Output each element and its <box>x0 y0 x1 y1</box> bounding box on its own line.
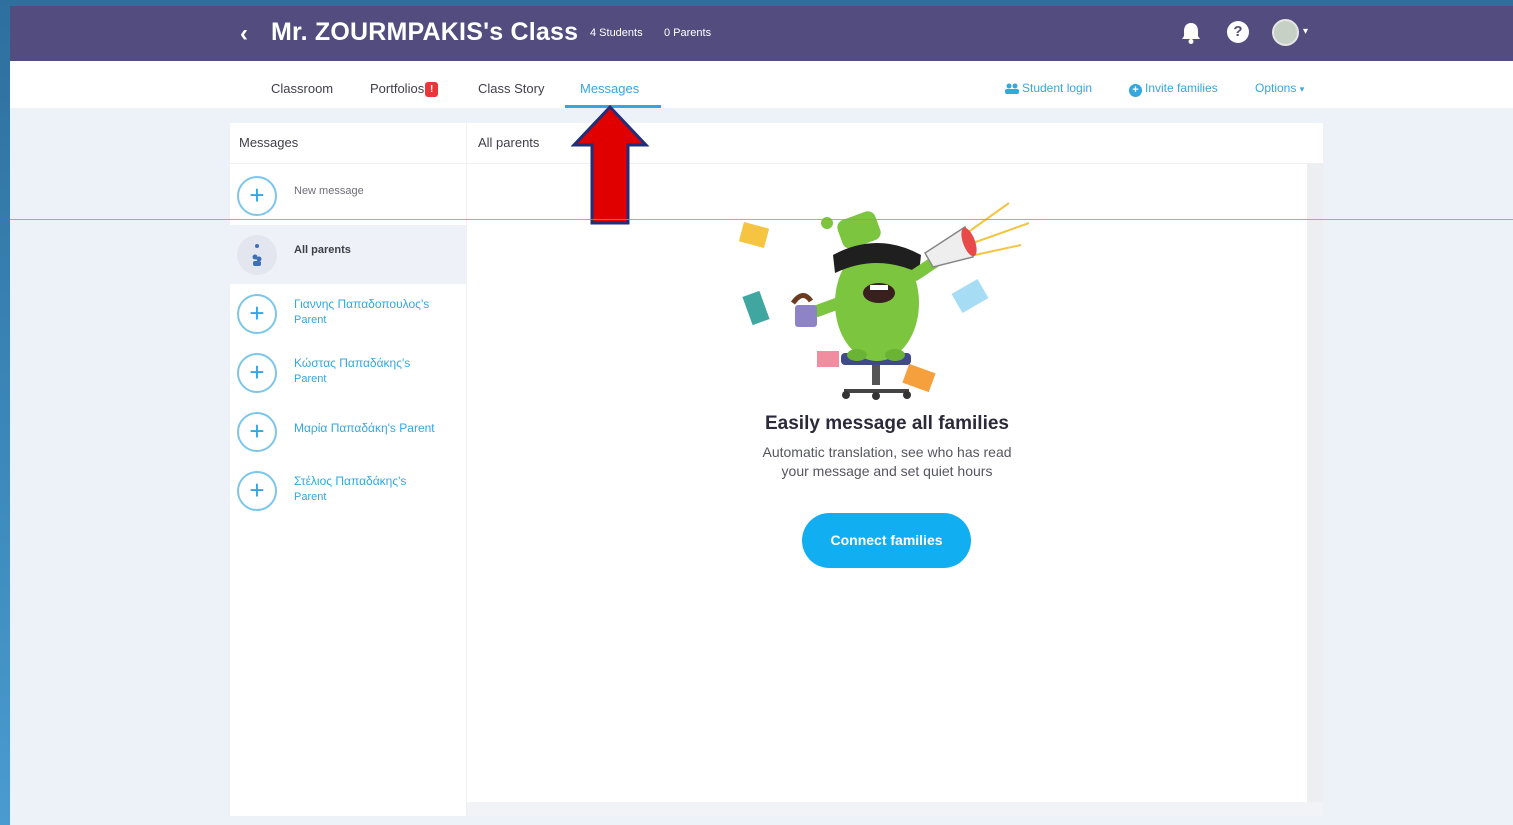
contact-name: Γιαννης Παπαδοπουλος's <box>294 297 430 311</box>
contact-name: Μαρία Παπαδάκη's Parent <box>294 421 435 435</box>
panel-title: Messages <box>230 123 466 164</box>
back-chevron-icon[interactable]: ‹ <box>240 20 248 48</box>
parents-group-icon <box>237 235 277 275</box>
invite-families-link[interactable]: + Invite families <box>1129 81 1218 97</box>
tab-classroom[interactable]: Classroom <box>271 81 333 96</box>
divider-line <box>10 219 1513 220</box>
vertical-scrollbar[interactable] <box>1307 164 1323 804</box>
list-item[interactable]: + Μαρία Παπαδάκη's Parent <box>230 402 466 461</box>
list-item[interactable]: + Κώστας Παπαδάκης's Parent <box>230 343 466 402</box>
help-icon[interactable]: ? <box>1227 21 1249 43</box>
students-icon <box>1005 83 1019 94</box>
horizontal-scrollbar[interactable] <box>467 802 1323 816</box>
students-count[interactable]: 4 Students <box>590 27 643 39</box>
list-item[interactable]: + Γιαννης Παπαδοπουλος's Parent <box>230 284 466 343</box>
bell-icon[interactable] <box>1180 21 1202 45</box>
red-arrow-icon <box>570 104 650 225</box>
app-frame: ‹ Mr. ZOURMPAKIS's Class 4 Students 0 Pa… <box>10 6 1513 825</box>
list-item[interactable]: + Στέλιος Παπαδάκης's Parent <box>230 461 466 520</box>
plus-icon: + <box>237 176 277 216</box>
empty-state-description: Automatic translation, see who has read … <box>762 444 1012 479</box>
student-login-label: Student login <box>1022 81 1093 95</box>
options-label: Options <box>1255 81 1297 95</box>
tab-bar: Classroom Portfolios! Class Story Messag… <box>10 61 1513 108</box>
monster-megaphone-illustration <box>738 202 1030 400</box>
tab-messages[interactable]: Messages <box>580 81 639 96</box>
connect-families-button[interactable]: Connect families <box>802 513 971 568</box>
options-menu[interactable]: Options ▾ <box>1255 81 1304 95</box>
contact-name: Κώστας Παπαδάκης's <box>294 356 411 370</box>
tab-class-story[interactable]: Class Story <box>478 81 544 96</box>
notification-badge: ! <box>425 82 439 97</box>
tab-portfolios-label: Portfolios <box>370 81 425 96</box>
contact-role: Parent <box>294 314 327 326</box>
invite-families-label: Invite families <box>1145 81 1218 95</box>
contact-name: Στέλιος Παπαδάκης's <box>294 474 407 488</box>
plus-icon: + <box>237 353 277 393</box>
student-login-link[interactable]: Student login <box>1004 81 1092 95</box>
conversation-list-panel: Messages + New message All parents + Για… <box>230 123 466 816</box>
class-title: Mr. ZOURMPAKIS's Class <box>271 18 579 46</box>
new-message-item[interactable]: + New message <box>230 166 466 225</box>
top-header: ‹ Mr. ZOURMPAKIS's Class 4 Students 0 Pa… <box>10 6 1513 61</box>
all-parents-item[interactable]: All parents <box>230 225 466 284</box>
plus-circle-icon: + <box>1129 84 1142 97</box>
tab-portfolios[interactable]: Portfolios! <box>370 81 439 97</box>
plus-icon: + <box>237 471 277 511</box>
chevron-down-icon: ▾ <box>1299 84 1305 94</box>
new-message-label: New message <box>294 185 364 197</box>
chevron-down-icon[interactable]: ▾ <box>1303 26 1308 37</box>
contact-role: Parent <box>294 373 327 385</box>
parents-count[interactable]: 0 Parents <box>664 27 711 39</box>
empty-state-title: Easily message all families <box>765 413 1009 434</box>
all-parents-label: All parents <box>294 244 351 256</box>
contact-role: Parent <box>294 491 327 503</box>
plus-icon: + <box>237 412 277 452</box>
plus-icon: + <box>237 294 277 334</box>
avatar[interactable] <box>1272 19 1299 46</box>
